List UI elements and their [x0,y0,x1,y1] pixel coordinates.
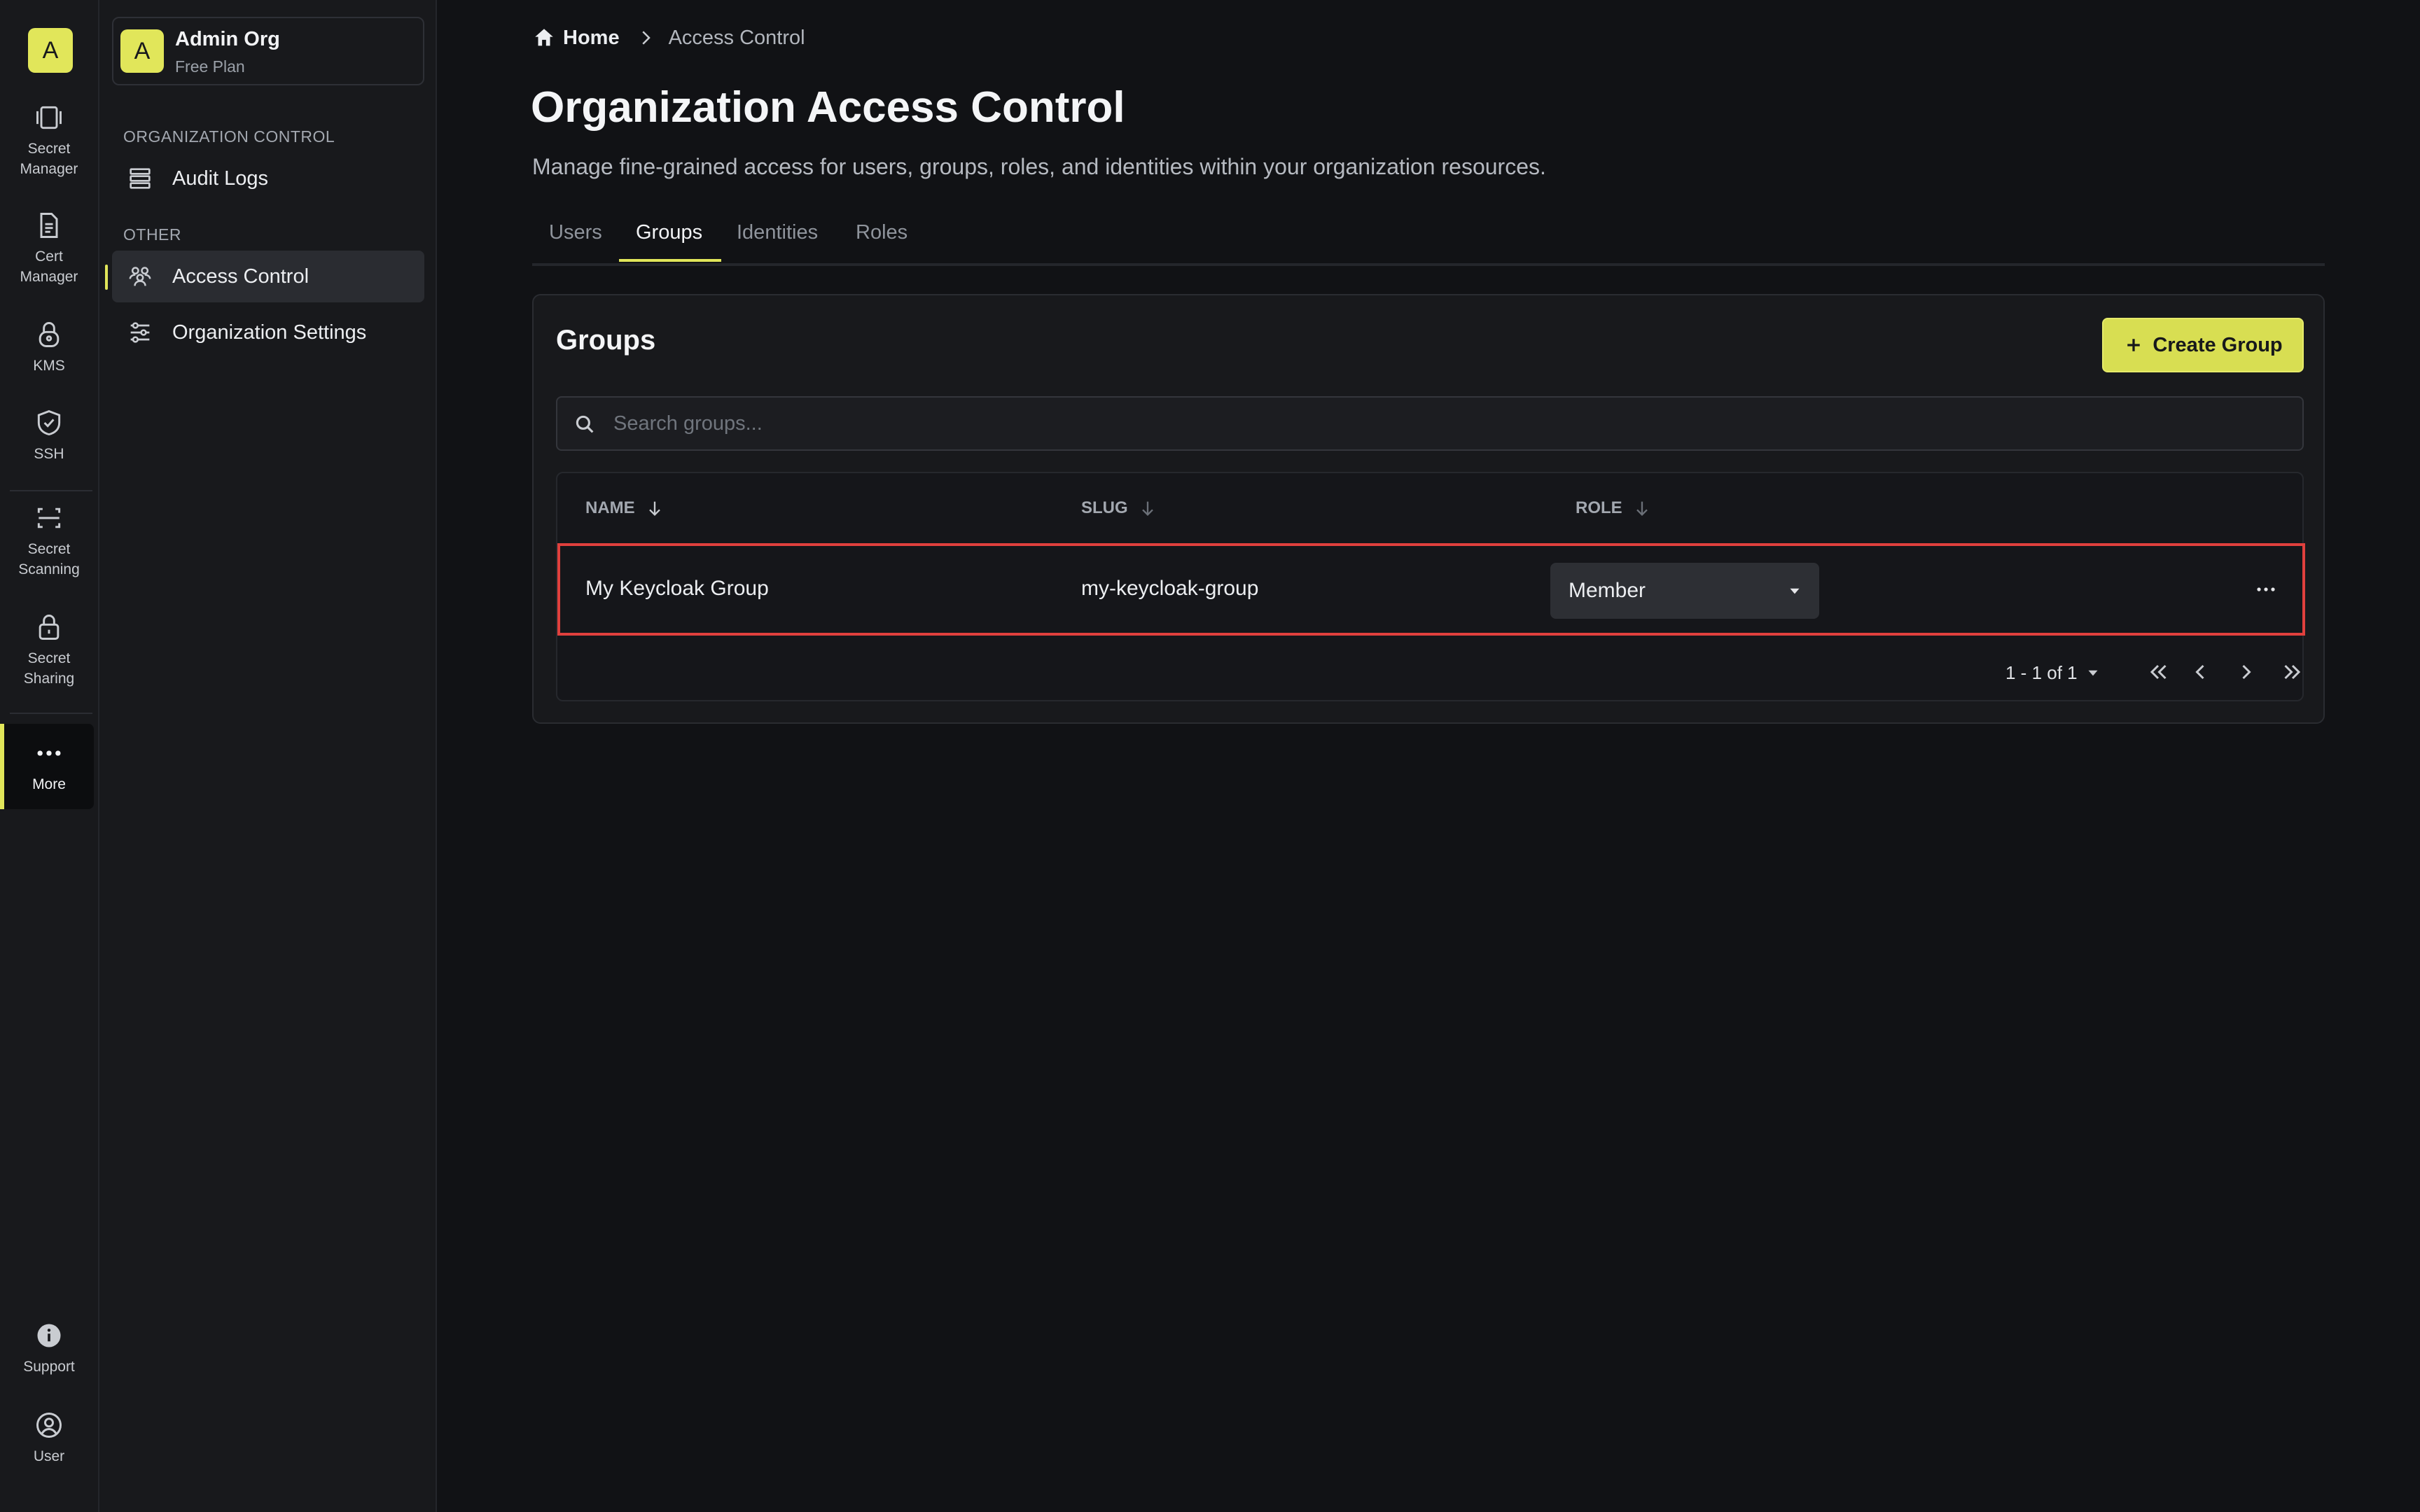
first-page-icon[interactable] [2146,659,2171,685]
rail-item-label: Secret Manager [20,141,78,177]
previous-page-icon[interactable] [2188,659,2213,685]
sidebar-item-label: Audit Logs [172,167,269,190]
rail-item-label: Support [23,1359,75,1375]
scan-icon [37,507,61,528]
rail-item-cert-manager[interactable]: Cert Manager [0,210,98,287]
sidebar-item-access-control[interactable]: Access Control [112,251,424,302]
org-initial: A [134,37,151,64]
rail-item-label: KMS [33,358,65,374]
tab-roles[interactable]: Roles [856,221,908,263]
org-plan: Free Plan [175,57,245,76]
page-description: Manage fine-grained access for users, gr… [532,154,1546,179]
sliders-icon [130,322,150,343]
arrow-down-icon [1636,501,1648,516]
section-label-other: OTHER [123,225,181,244]
certificate-icon [40,213,58,238]
tab-users[interactable]: Users [549,221,602,263]
search-input[interactable] [613,398,2280,449]
sidebar-item-label: Access Control [172,265,310,288]
vault-icon [36,106,62,130]
table-row[interactable]: My Keycloak Group my-keycloak-group Memb… [557,543,2305,636]
active-indicator [105,265,108,290]
icon-rail: A Secret Manager Cert Manager KMS SSH Se… [0,0,99,1512]
sidebar-item-organization-settings[interactable]: Organization Settings [112,307,424,358]
rail-item-secret-sharing[interactable]: Secret Sharing [0,612,98,689]
next-page-icon[interactable] [2234,659,2259,685]
rail-item-label: User [33,1448,65,1464]
sidebar-item-audit-logs[interactable]: Audit Logs [112,153,424,204]
rail-item-ssh[interactable]: SSH [0,407,98,464]
users-icon [129,267,151,286]
org-sidebar: A Admin Org Free Plan ORGANIZATION CONTR… [99,0,437,1512]
rail-item-label: Cert Manager [20,248,78,285]
breadcrumb-home[interactable]: Home [563,27,620,50]
org-name: Admin Org [175,28,280,50]
column-header-label: ROLE [1576,498,1622,517]
column-header-label: NAME [585,498,635,517]
column-header-name[interactable]: NAME [585,498,665,518]
pagination-range[interactable]: 1 - 1 of 1 [2005,662,2078,684]
home-icon[interactable] [532,26,556,50]
caret-down-icon [1790,588,1800,594]
tab-active-underline [619,259,721,262]
lock-icon [39,615,60,640]
sidebar-item-label: Organization Settings [172,321,367,344]
card-title: Groups [556,325,656,356]
org-switcher[interactable]: A Admin Org Free Plan [112,17,424,85]
user-avatar-icon [36,1413,62,1438]
rail-item-label: More [32,776,66,792]
rail-divider [10,713,92,714]
audit-logs-icon [130,168,151,189]
rail-item-more[interactable]: More [0,724,94,809]
rail-item-label: Secret Sharing [23,650,75,687]
rail-item-support[interactable]: Support [0,1320,98,1377]
more-dots-icon [37,750,61,756]
rail-item-secret-manager[interactable]: Secret Manager [0,102,98,179]
groups-card: Groups Create Group NAME SLUG ROLE [532,294,2325,724]
breadcrumb: Home Access Control [532,24,805,52]
search-field [556,396,2304,451]
pagination: 1 - 1 of 1 [557,659,2305,687]
search-icon [576,415,594,433]
section-label-organization-control: ORGANIZATION CONTROL [123,127,335,146]
rail-item-secret-scanning[interactable]: Secret Scanning [0,503,98,580]
tab-groups[interactable]: Groups [636,221,702,263]
rail-item-label: Secret Scanning [18,541,80,578]
rail-divider [10,490,92,491]
role-select-value: Member [1569,579,1646,602]
info-icon [37,1324,61,1348]
rail-item-kms[interactable]: KMS [0,319,98,376]
org-avatar: A [120,29,164,73]
more-options-icon[interactable] [2252,581,2280,598]
shield-check-icon [37,410,61,436]
column-header-label: SLUG [1081,498,1128,517]
column-header-role[interactable]: ROLE [1576,498,1652,518]
plus-icon [2127,339,2141,351]
rail-item-label: SSH [34,446,64,462]
group-name: My Keycloak Group [585,577,769,600]
role-select[interactable]: Member [1550,563,1819,619]
tab-identities[interactable]: Identities [737,221,818,263]
chevron-right-icon [641,31,651,45]
last-page-icon[interactable] [2280,659,2305,685]
group-slug: my-keycloak-group [1081,577,1259,600]
tab-bar: Users Groups Identities Roles [532,221,2325,266]
breadcrumb-current: Access Control [668,26,805,49]
create-group-button[interactable]: Create Group [2102,318,2304,372]
arrow-down-icon [1141,501,1153,516]
caret-down-icon[interactable] [2084,664,2102,682]
page-title: Organization Access Control [531,83,1125,132]
org-avatar[interactable]: A [28,28,73,73]
groups-table: NAME SLUG ROLE My Keycloak Group my-keyc… [556,472,2305,701]
rail-item-user[interactable]: User [0,1410,98,1466]
column-header-slug[interactable]: SLUG [1081,498,1157,518]
create-group-label: Create Group [2153,333,2283,356]
rail-more-content: More [0,738,98,794]
key-lock-icon [39,322,60,347]
org-initial: A [42,36,59,64]
arrow-down-icon [648,501,660,516]
